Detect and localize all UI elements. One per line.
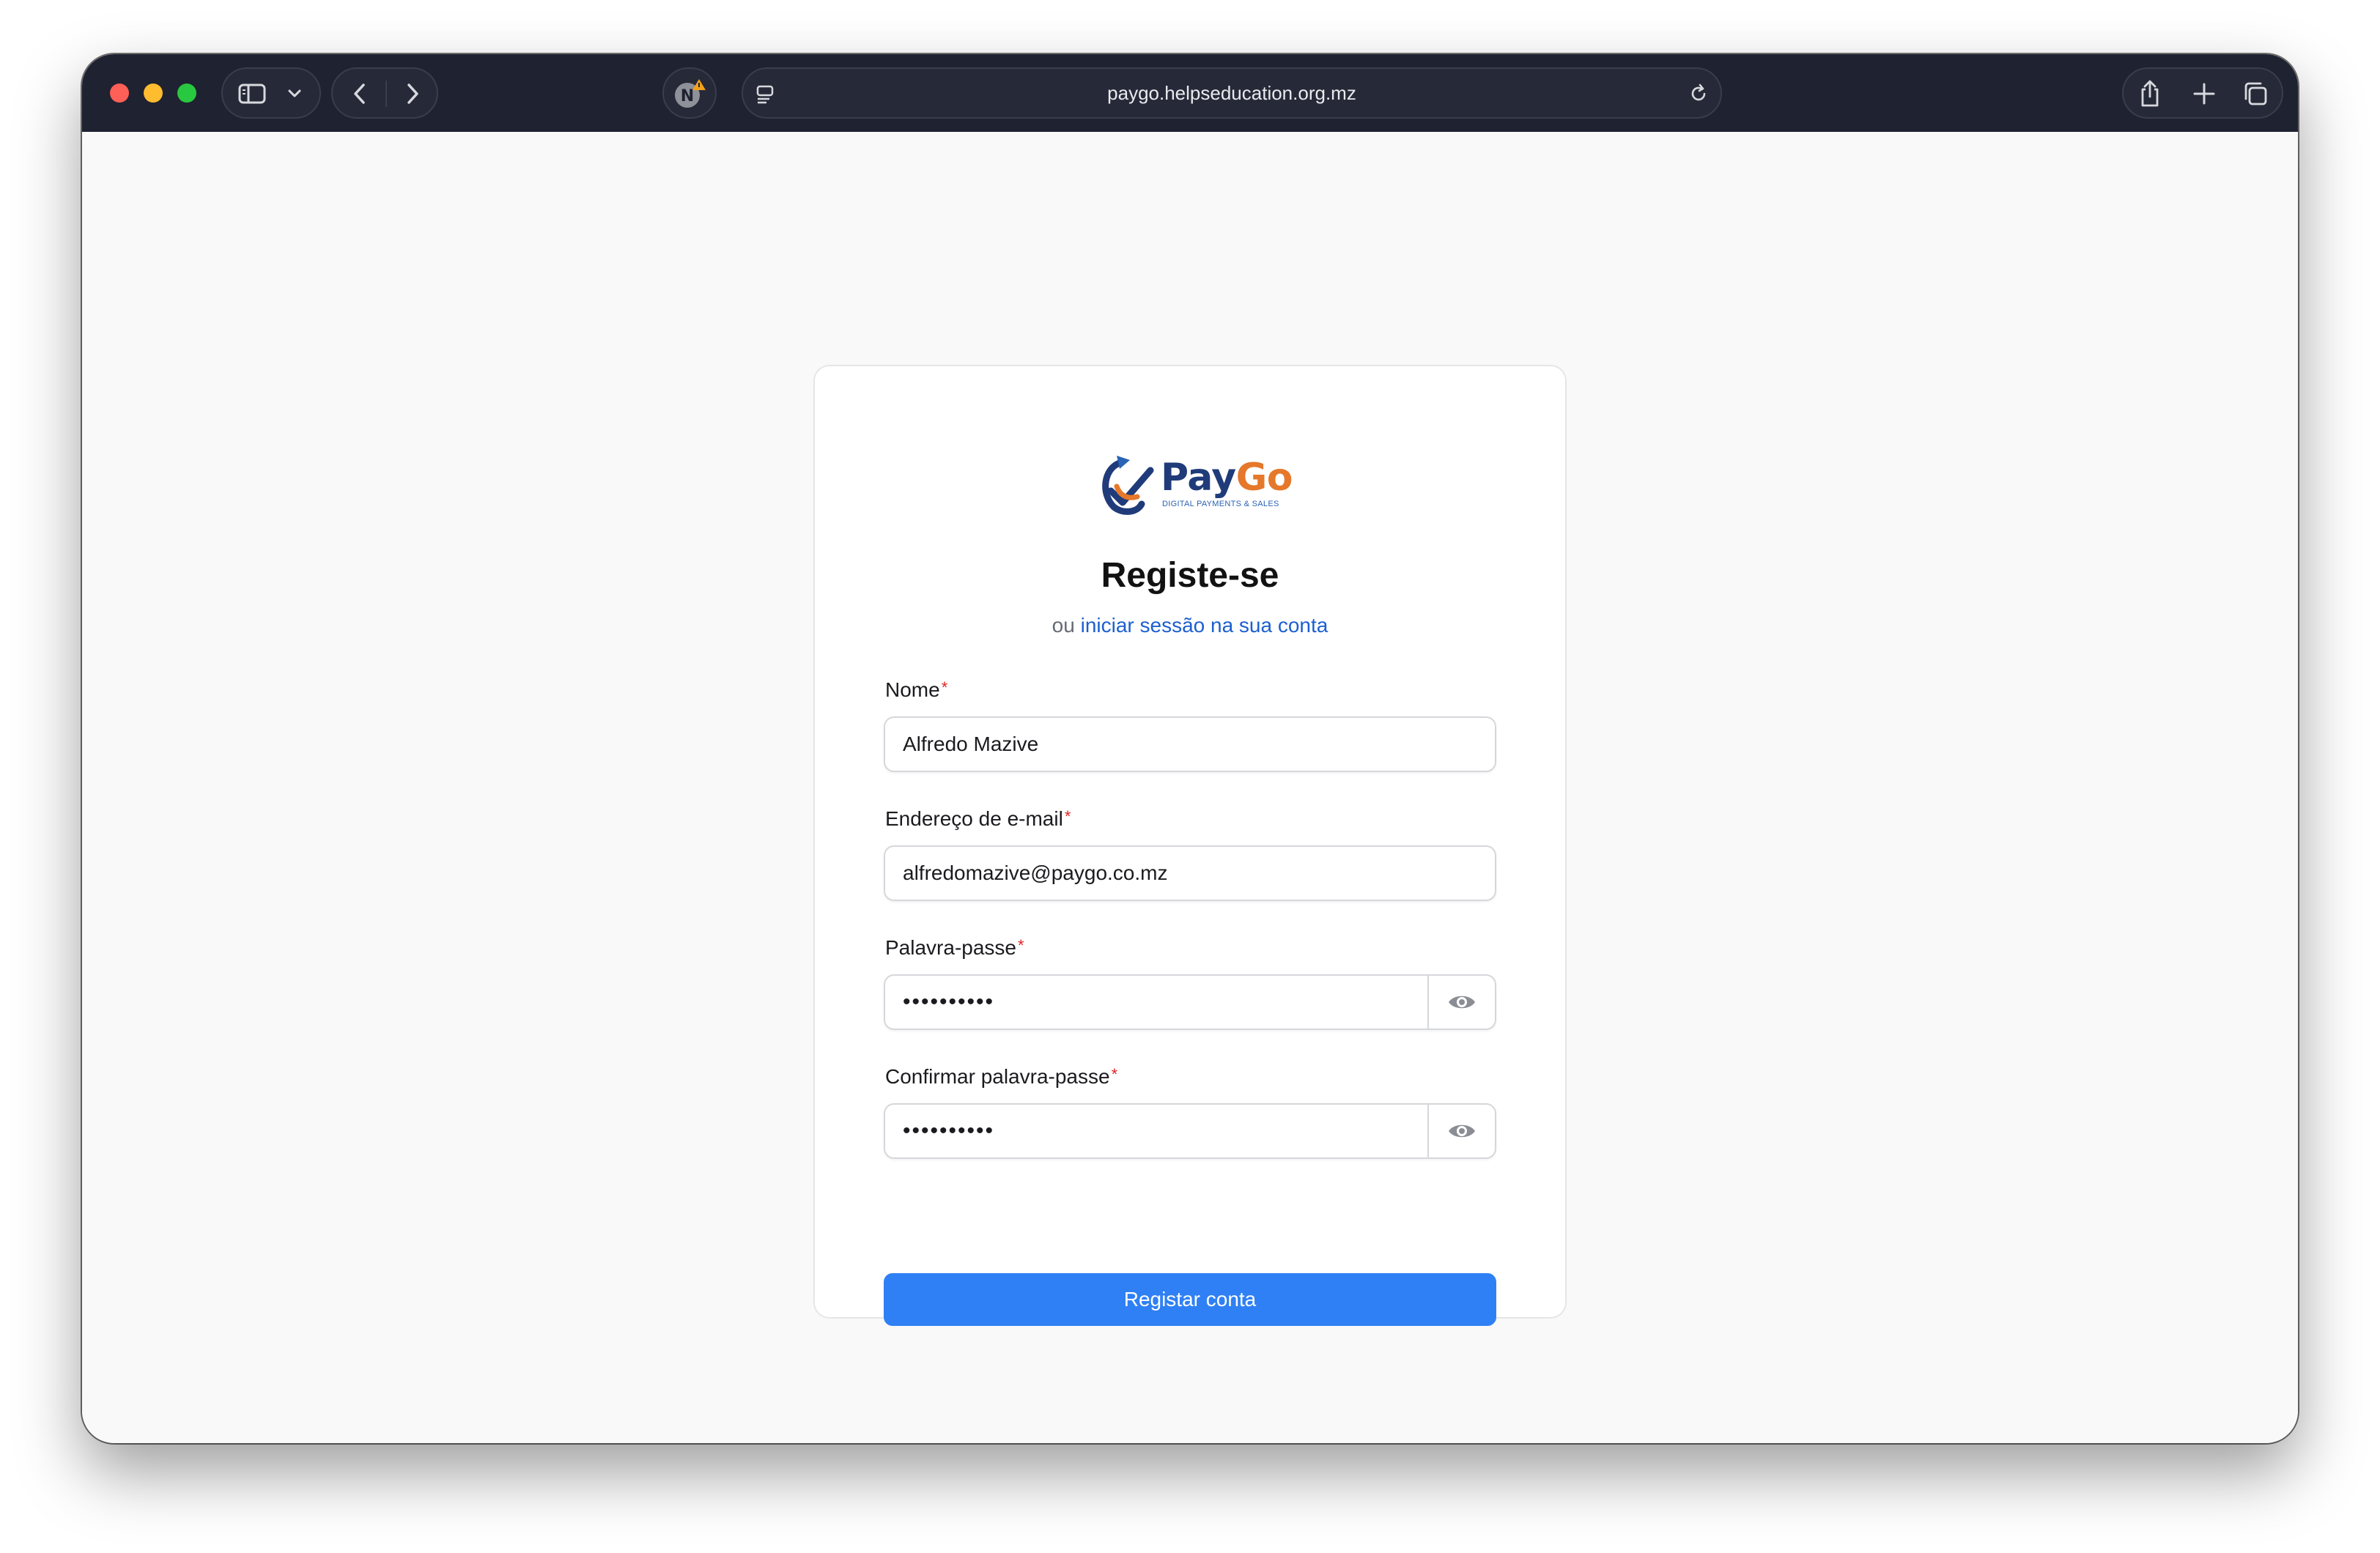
extension-icon: N	[675, 79, 706, 108]
chevron-down-icon[interactable]	[286, 86, 303, 101]
browser-window: N paygo.helpseducation.org.mz PayGo DIGI…	[82, 54, 2298, 1443]
eye-icon	[1449, 996, 1475, 1009]
confirm-password-label: Confirmar palavra-passe*	[885, 1065, 1118, 1088]
show-password-button[interactable]	[1429, 976, 1495, 1028]
email-label: Endereço de e-mail*	[885, 807, 1071, 830]
paygo-tagline: DIGITAL PAYMENTS & SALES	[1162, 500, 1279, 508]
address-bar[interactable]: paygo.helpseducation.org.mz	[742, 67, 1722, 119]
zoom-window-button[interactable]	[177, 84, 196, 103]
forward-icon[interactable]	[403, 82, 422, 105]
paygo-checkmark-icon	[1102, 456, 1154, 515]
new-tab-icon[interactable]	[2191, 81, 2217, 107]
close-window-button[interactable]	[110, 84, 129, 103]
browser-toolbar: N paygo.helpseducation.org.mz	[82, 54, 2298, 132]
confirm-password-field: ••••••••••	[884, 1103, 1496, 1159]
eye-icon	[1449, 1124, 1475, 1138]
paygo-logo: PayGo DIGITAL PAYMENTS & SALES	[1098, 453, 1296, 516]
name-input[interactable]: Alfredo Mazive	[884, 716, 1496, 772]
password-input[interactable]: ••••••••••	[903, 976, 994, 1028]
sidebar-icon	[238, 84, 266, 104]
paygo-wordmark: PayGo	[1161, 456, 1293, 500]
extension-button[interactable]: N	[662, 67, 717, 119]
minimize-window-button[interactable]	[144, 84, 163, 103]
required-asterisk: *	[941, 678, 948, 697]
navigation-group	[331, 67, 438, 119]
password-label: Palavra-passe*	[885, 936, 1024, 959]
register-button[interactable]: Registar conta	[884, 1273, 1496, 1326]
tab-overview-icon[interactable]	[2241, 79, 2270, 108]
registration-card: PayGo DIGITAL PAYMENTS & SALES Registe-s…	[813, 365, 1567, 1326]
reload-icon[interactable]	[1687, 82, 1710, 105]
page-content: PayGo DIGITAL PAYMENTS & SALES Registe-s…	[82, 132, 2298, 1443]
sidebar-toggle-button[interactable]	[221, 67, 321, 119]
share-icon[interactable]	[2137, 79, 2163, 108]
url-text[interactable]: paygo.helpseducation.org.mz	[743, 69, 1721, 117]
signin-prompt-prefix: ou	[1052, 614, 1075, 637]
signin-link[interactable]: iniciar sessão na sua conta	[1081, 614, 1328, 637]
svg-text:N: N	[681, 87, 694, 105]
back-icon[interactable]	[350, 82, 369, 105]
nav-divider	[385, 81, 387, 107]
page-title: Registe-se	[1101, 556, 1279, 595]
signin-prompt: ou iniciar sessão na sua conta	[815, 614, 1565, 637]
confirm-password-input[interactable]: ••••••••••	[903, 1105, 994, 1157]
password-field: ••••••••••	[884, 974, 1496, 1030]
name-label: Nome*	[885, 678, 948, 701]
show-confirm-password-button[interactable]	[1429, 1105, 1495, 1157]
required-asterisk: *	[1017, 936, 1024, 955]
required-asterisk: *	[1064, 807, 1071, 826]
toolbar-actions	[2122, 67, 2283, 119]
required-asterisk: *	[1111, 1065, 1118, 1083]
email-input[interactable]: alfredomazive@paygo.co.mz	[884, 845, 1496, 901]
